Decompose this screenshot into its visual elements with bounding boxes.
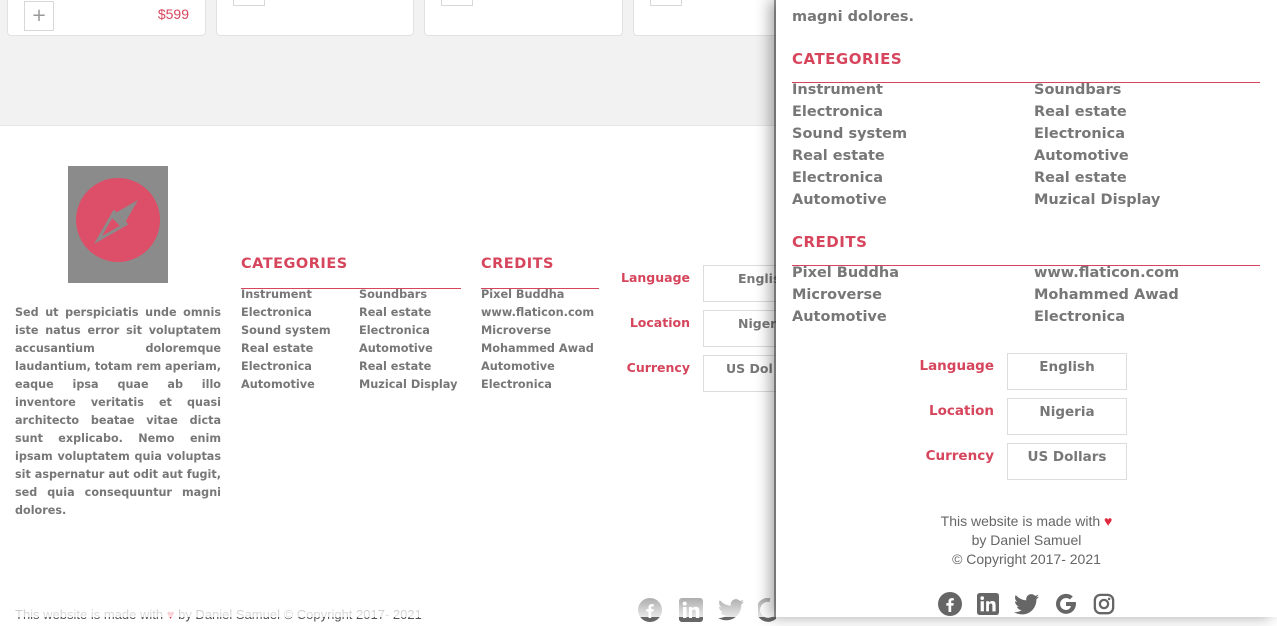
category-link[interactable]: Automotive	[792, 189, 907, 211]
category-link[interactable]: Electronica	[241, 304, 331, 322]
category-link[interactable]: Sound system	[241, 322, 331, 340]
category-link[interactable]: Real estate	[792, 145, 907, 167]
category-link[interactable]: Electronica	[792, 167, 907, 189]
product-card	[216, 0, 414, 36]
panel-about-text-tail: magni dolores.	[792, 0, 914, 26]
location-select[interactable]: Nigeria	[1007, 398, 1127, 435]
footer-credits-title: CREDITS	[481, 256, 554, 272]
product-price: $599	[157, 6, 189, 22]
panel-about-last-line: magni dolores.	[792, 9, 915, 25]
facebook-icon[interactable]	[938, 592, 962, 617]
category-link[interactable]: Real estate	[1034, 167, 1160, 189]
credit-link[interactable]: Pixel Buddha	[481, 286, 594, 304]
credit-link[interactable]: Automotive	[792, 306, 899, 328]
category-link[interactable]: Instrument	[241, 286, 331, 304]
credit-link[interactable]: Mohammed Awad	[1034, 284, 1179, 306]
linkedin-icon[interactable]	[977, 593, 999, 617]
heart-icon: ♥	[166, 607, 175, 622]
plus-icon[interactable]: +	[24, 1, 54, 31]
panel-credits-title: CREDITS	[792, 233, 868, 251]
credit-link[interactable]: Electronica	[1034, 306, 1179, 328]
panel-social-links	[936, 590, 1116, 617]
category-link[interactable]: Sound system	[792, 123, 907, 145]
footer-categories-col1: Instrument Electronica Sound system Real…	[241, 286, 331, 394]
instagram-icon[interactable]	[1093, 593, 1115, 617]
category-link[interactable]: Electronica	[792, 101, 907, 123]
credit-link[interactable]: www.flaticon.com	[481, 304, 594, 322]
product-card	[633, 0, 793, 36]
panel-categories-col1: Instrument Electronica Sound system Real…	[792, 79, 907, 211]
category-link[interactable]: Instrument	[792, 79, 907, 101]
credit-link[interactable]: Pixel Buddha	[792, 262, 899, 284]
location-label: Location	[929, 403, 994, 419]
panel-credits-col2: www.flaticon.com Mohammed Awad Electroni…	[1034, 262, 1179, 328]
facebook-icon[interactable]	[638, 598, 662, 626]
linkedin-icon[interactable]	[679, 598, 703, 626]
category-link[interactable]: Electronica	[241, 358, 331, 376]
credit-link[interactable]: www.flaticon.com	[1034, 262, 1179, 284]
currency-label: Currency	[925, 448, 994, 464]
category-link[interactable]: Soundbars	[359, 286, 457, 304]
footer-about-text: Sed ut perspiciatis unde omnis iste natu…	[15, 306, 221, 517]
clipped-line	[792, 0, 914, 8]
author-copyright: by Daniel Samuel © Copyright 2017- 2021	[178, 607, 422, 622]
compass-icon	[76, 178, 160, 262]
product-card: + $599	[7, 0, 206, 36]
category-link[interactable]: Real estate	[1034, 101, 1160, 123]
footer-side-panel: magni dolores. CATEGORIES Instrument Ele…	[776, 0, 1277, 617]
panel-categories-title: CATEGORIES	[792, 50, 903, 68]
category-link[interactable]: Electronica	[1034, 123, 1160, 145]
heart-icon: ♥	[1104, 513, 1113, 529]
language-select[interactable]: English	[1007, 353, 1127, 390]
language-label: Language	[620, 270, 690, 285]
category-link[interactable]: Automotive	[1034, 145, 1160, 167]
language-label: Language	[919, 358, 994, 374]
currency-label: Currency	[626, 360, 690, 375]
credit-link[interactable]: Electronica	[481, 376, 594, 394]
category-link[interactable]: Electronica	[359, 322, 457, 340]
currency-select[interactable]: US Dollars	[1007, 443, 1127, 480]
footer-credits-list: Pixel Buddha www.flaticon.com Microverse…	[481, 286, 594, 394]
panel-made-line: This website is made with ♥	[776, 512, 1277, 531]
category-link[interactable]: Automotive	[359, 340, 457, 358]
category-link[interactable]: Soundbars	[1034, 79, 1160, 101]
plus-icon[interactable]	[650, 0, 682, 6]
category-link[interactable]: Real estate	[359, 358, 457, 376]
panel-credits-col1: Pixel Buddha Microverse Automotive	[792, 262, 899, 328]
panel-author: by Daniel Samuel	[971, 532, 1082, 548]
made-text: This website is made with	[940, 513, 1101, 529]
twitter-icon[interactable]	[1014, 594, 1039, 617]
category-link[interactable]: Muzical Display	[359, 376, 457, 394]
category-link[interactable]: Real estate	[359, 304, 457, 322]
footer-made-by: This website is made with ♥ by Daniel Sa…	[15, 607, 422, 622]
made-text: This website is made with	[15, 607, 164, 622]
plus-icon[interactable]	[233, 0, 265, 6]
google-icon[interactable]	[1054, 592, 1078, 617]
site-logo[interactable]	[68, 166, 168, 283]
panel-categories-col2: Soundbars Real estate Electronica Automo…	[1034, 79, 1160, 211]
credit-link[interactable]: Microverse	[792, 284, 899, 306]
twitter-icon[interactable]	[718, 599, 744, 625]
footer-categories-title: CATEGORIES	[241, 256, 348, 272]
location-label: Location	[629, 315, 690, 330]
category-link[interactable]: Real estate	[241, 340, 331, 358]
category-link[interactable]: Automotive	[241, 376, 331, 394]
panel-copyright: © Copyright 2017- 2021	[952, 551, 1101, 567]
credit-link[interactable]: Automotive	[481, 358, 594, 376]
footer-categories-col2: Soundbars Real estate Electronica Automo…	[359, 286, 457, 394]
credit-link[interactable]: Microverse	[481, 322, 594, 340]
credit-link[interactable]: Mohammed Awad	[481, 340, 594, 358]
plus-icon[interactable]	[441, 0, 473, 6]
category-link[interactable]: Muzical Display	[1034, 189, 1160, 211]
product-card	[424, 0, 623, 36]
